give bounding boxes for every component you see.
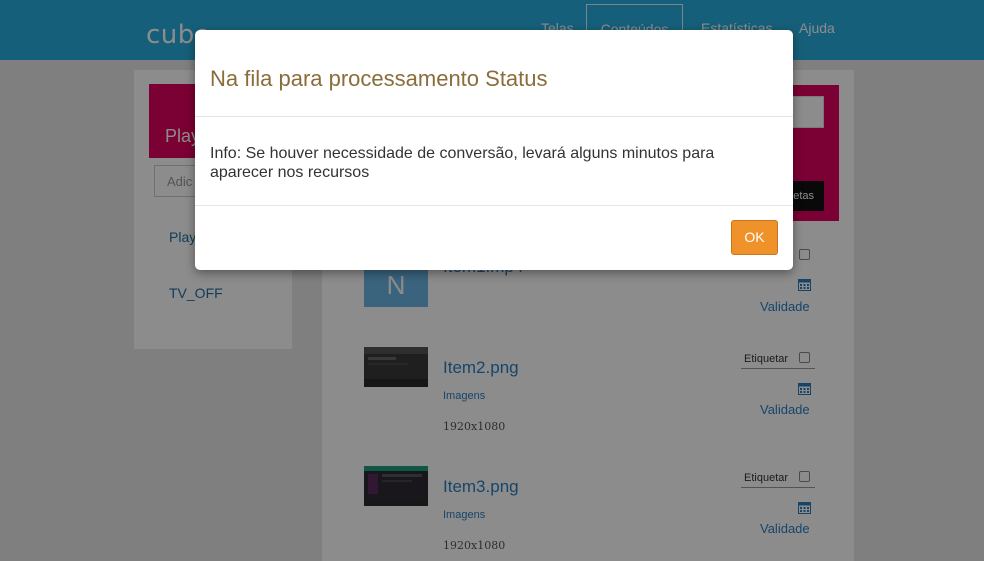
modal-divider: [195, 116, 793, 117]
modal-message: Info: Se houver necessidade de conversão…: [210, 145, 715, 181]
status-modal: Na fila para processamento Status Info: …: [195, 30, 793, 270]
modal-divider: [195, 205, 793, 206]
modal-title: Na fila para processamento Status: [210, 66, 548, 91]
ok-button[interactable]: OK: [731, 220, 778, 255]
